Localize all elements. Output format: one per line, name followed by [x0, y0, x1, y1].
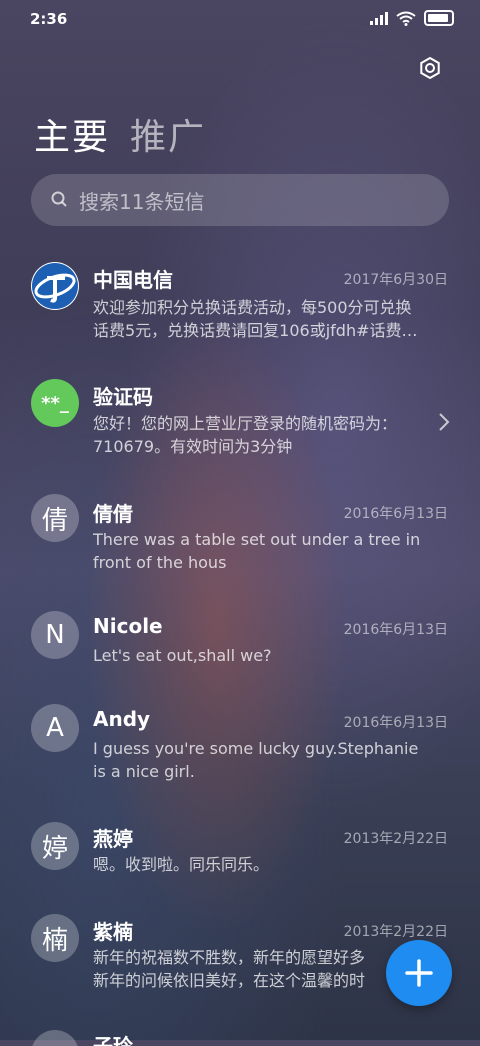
message-preview: 您好！您的网上营业厅登录的随机密码为： 710679。有效时间为3分钟: [93, 414, 398, 456]
sender-name: 紫楠: [93, 920, 133, 944]
tab-main[interactable]: 主要: [34, 108, 110, 160]
new-message-button[interactable]: [386, 940, 452, 1006]
search-input[interactable]: 搜索11条短信: [31, 174, 449, 226]
message-preview: 欢迎参加积分兑换话费活动，每500分可兑换 话费5元，兑换话费请回复106或jf…: [93, 298, 418, 340]
tab-bar: 主要 推广: [34, 108, 206, 160]
message-date: 2016年6月13日: [343, 622, 448, 638]
status-time: 2:36: [30, 10, 68, 28]
china-telecom-logo-icon: [31, 262, 79, 310]
message-date: 2017年6月30日: [343, 272, 448, 288]
contact-avatar: A: [31, 704, 79, 752]
sender-name: 子玲: [93, 1034, 133, 1046]
message-preview: 嗯。收到啦。同乐同乐。: [93, 855, 270, 874]
sender-name: Nicole: [93, 614, 163, 638]
sender-name: 验证码: [93, 385, 153, 409]
message-row-verification[interactable]: **_ 验证码 您好！您的网上营业厅登录的随机密码为： 710679。有效时间为…: [0, 368, 480, 478]
message-preview: 新年的祝福数不胜数，新年的愿望好多 新年的问候依旧美好，在这个温馨的时: [93, 948, 366, 990]
sender-name: 中国电信: [93, 268, 173, 292]
status-icons: [370, 10, 454, 26]
wifi-icon: [396, 11, 416, 26]
sender-name: 倩倩: [93, 502, 133, 526]
verification-avatar: **_: [31, 379, 79, 427]
search-icon: [51, 191, 67, 207]
message-row-nicole[interactable]: N Nicole 2016年6月13日 Let's eat out,shall …: [0, 605, 480, 685]
message-row-andy[interactable]: A Andy 2016年6月13日 I guess you're some lu…: [0, 698, 480, 808]
contact-avatar: 婷: [31, 822, 79, 870]
plus-icon: [405, 959, 433, 987]
sender-name: 燕婷: [93, 827, 133, 851]
message-preview: There was a table set out under a tree i…: [93, 530, 421, 572]
message-preview: I guess you're some lucky guy.Stephanie …: [93, 739, 419, 781]
gear-icon: [420, 56, 440, 80]
message-row-qianqian[interactable]: 倩 倩倩 2016年6月13日 There was a table set ou…: [0, 486, 480, 596]
sender-name: Andy: [93, 707, 151, 731]
tab-promotions[interactable]: 推广: [130, 108, 206, 160]
message-date: 2013年2月22日: [343, 924, 448, 940]
contact-avatar: 楠: [31, 914, 79, 962]
settings-button[interactable]: [416, 54, 444, 82]
message-row-ziling[interactable]: 子玲: [0, 1026, 480, 1046]
message-date: 2016年6月13日: [343, 715, 448, 731]
contact-avatar: N: [31, 611, 79, 659]
signal-icon: [370, 11, 388, 25]
message-date: 2013年2月22日: [343, 831, 448, 847]
search-placeholder: 搜索11条短信: [79, 189, 205, 214]
message-date: 2016年6月13日: [343, 506, 448, 522]
contact-avatar: [31, 1030, 79, 1046]
contact-avatar: 倩: [31, 494, 79, 542]
message-row-yanting[interactable]: 婷 燕婷 2013年2月22日 嗯。收到啦。同乐同乐。: [0, 816, 480, 896]
chevron-right-icon: [439, 413, 450, 431]
status-bar: 2:36: [0, 0, 480, 38]
message-row-china-telecom[interactable]: 中国电信 2017年6月30日 欢迎参加积分兑换话费活动，每500分可兑换 话费…: [0, 252, 480, 362]
battery-icon: [424, 10, 454, 26]
message-preview: Let's eat out,shall we?: [93, 646, 272, 665]
